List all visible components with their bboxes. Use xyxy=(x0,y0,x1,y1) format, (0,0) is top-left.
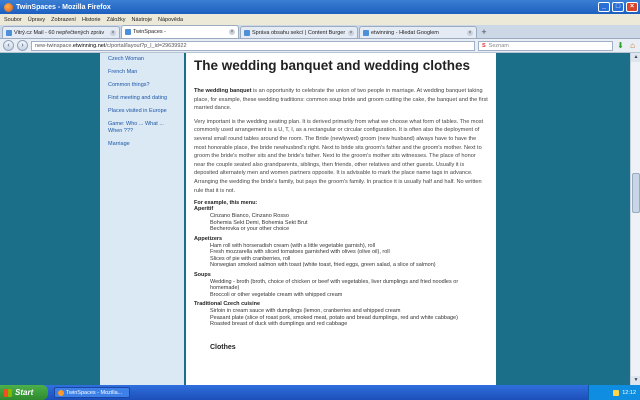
menu-history[interactable]: Historie xyxy=(82,17,101,23)
sidebar-item-french-man[interactable]: French Man xyxy=(100,66,184,79)
menu-section-czech-cuisine: Traditional Czech cuisine Sirloin in cre… xyxy=(194,301,488,328)
menu-category: Traditional Czech cuisine xyxy=(194,301,261,308)
sidebar-item-first-meeting[interactable]: First meeting and dating xyxy=(100,92,184,105)
close-button[interactable]: × xyxy=(626,2,638,12)
scroll-down-icon[interactable]: ▼ xyxy=(631,376,640,385)
minimize-button[interactable]: _ xyxy=(598,2,610,12)
content-favicon xyxy=(244,29,250,36)
system-tray: 12:12 xyxy=(588,385,640,400)
download-icon[interactable]: ⬇ xyxy=(616,41,625,50)
menu-edit[interactable]: Úpravy xyxy=(28,17,45,23)
start-label: Start xyxy=(15,388,34,397)
navigation-bar: ‹ › new-twinspace. etwinning.net/c/portal… xyxy=(0,39,640,53)
page-title: The wedding banquet and wedding clothes xyxy=(194,58,471,73)
search-input[interactable]: S Seznam xyxy=(478,40,613,51)
scroll-up-icon[interactable]: ▲ xyxy=(631,53,640,62)
url-bar[interactable]: new-twinspace. etwinning.net/c/portal/lay… xyxy=(31,40,475,51)
menu-help[interactable]: Nápověda xyxy=(158,17,183,23)
menu-item: Broccoli or other vegetable cream with w… xyxy=(210,291,343,298)
search-engine-icon[interactable]: S xyxy=(482,43,486,49)
sidebar-nav: Czech Woman French Man Common things? Fi… xyxy=(100,53,184,385)
menu-bar: Soubor Úpravy Zobrazení Historie Záložky… xyxy=(0,14,640,25)
tray-icon[interactable] xyxy=(613,389,620,396)
url-suffix: /c/portal/layout?p_l_id=29639922 xyxy=(105,42,187,49)
article-content: The wedding banquet and wedding clothes … xyxy=(186,53,496,385)
title-bar: TwinSpaces - Mozilla Firefox _ □ × xyxy=(0,0,640,14)
menu-item: Roasted breast of duck with dumplings an… xyxy=(210,321,348,328)
tab-twinspaces[interactable]: TwinSpaces - × xyxy=(121,25,239,38)
menu-category: Soups xyxy=(194,271,211,278)
new-tab-button[interactable]: + xyxy=(478,27,490,38)
close-tab-icon[interactable]: × xyxy=(110,29,116,36)
sidebar-item-czech-woman[interactable]: Czech Woman xyxy=(100,53,184,66)
sidebar-item-places-visited[interactable]: Places visited in Europe xyxy=(100,105,184,118)
intro-paragraph: The wedding banquet is an opportunity to… xyxy=(194,87,488,113)
menu-section-aperitif: Aperitif Cinzano Bianco, Cinzano Rosso B… xyxy=(194,206,488,233)
menu-bookmarks[interactable]: Záložky xyxy=(107,17,126,23)
forward-button[interactable]: › xyxy=(17,40,28,51)
firefox-icon xyxy=(58,389,64,396)
close-tab-icon[interactable]: × xyxy=(229,29,235,35)
close-tab-icon[interactable]: × xyxy=(467,29,473,36)
taskbar-firefox[interactable]: TwinSpaces - Mozilla... xyxy=(54,387,130,398)
menu-file[interactable]: Soubor xyxy=(4,17,22,23)
url-prefix: new-twinspace. xyxy=(35,42,73,49)
back-button[interactable]: ‹ xyxy=(3,40,14,51)
twinspaces-favicon xyxy=(125,29,131,35)
scroll-thumb[interactable] xyxy=(632,173,640,213)
url-host: etwinning.net xyxy=(72,42,106,49)
windows-logo-icon xyxy=(4,388,12,397)
tab-mail[interactable]: Vitrý.cz Mail - 60 nepřečtených zpráv × xyxy=(2,26,120,38)
tab-content-burger[interactable]: Správa obsahu sekcí | Content Burger × xyxy=(240,26,358,38)
task-label: TwinSpaces - Mozilla... xyxy=(66,389,123,396)
menu-section-appetizers: Appetizers Ham roll with horseradish cre… xyxy=(194,236,488,269)
taskbar: Start TwinSpaces - Mozilla... 12:12 xyxy=(0,385,640,400)
sidebar-item-game[interactable]: Game: Who ... What ... When ??? xyxy=(100,118,184,138)
menu-item: Becherovka or your other choice xyxy=(210,226,290,233)
sidebar-item-common-things[interactable]: Common things? xyxy=(100,79,184,92)
start-button[interactable]: Start xyxy=(0,385,48,400)
tab-bar: Vitrý.cz Mail - 60 nepřečtených zpráv × … xyxy=(0,25,640,39)
menu-category: Aperitif xyxy=(194,206,214,213)
menu-category: Appetizers xyxy=(194,235,223,242)
seating-paragraph: Very important is the wedding seating pl… xyxy=(194,118,484,194)
intro-bold: The wedding banquet xyxy=(194,88,252,94)
firefox-icon xyxy=(4,2,13,12)
clock: 12:12 xyxy=(622,389,636,396)
menu-view[interactable]: Zobrazení xyxy=(51,17,76,23)
vertical-scrollbar[interactable]: ▲ ▼ xyxy=(630,53,640,385)
sidebar-item-marriage[interactable]: Marriage xyxy=(100,138,184,151)
page-viewport: Czech Woman French Man Common things? Fi… xyxy=(0,53,640,385)
search-placeholder: Seznam xyxy=(488,42,509,49)
maximize-button[interactable]: □ xyxy=(612,2,624,12)
home-icon[interactable]: ⌂ xyxy=(628,41,637,50)
mail-favicon xyxy=(6,29,12,36)
google-favicon xyxy=(363,29,369,36)
menu-tools[interactable]: Nástroje xyxy=(132,17,152,23)
menu-section-soups: Soups Wedding - broth (broth, choice of … xyxy=(194,272,488,299)
window-title: TwinSpaces - Mozilla Firefox xyxy=(16,3,111,11)
close-tab-icon[interactable]: × xyxy=(348,29,354,36)
clothes-heading: Clothes xyxy=(210,343,236,351)
tab-google-search[interactable]: etwinning - Hledat Googlem × xyxy=(359,26,477,38)
menu-item: Norwegian smoked salmon with toast (whit… xyxy=(210,262,436,269)
